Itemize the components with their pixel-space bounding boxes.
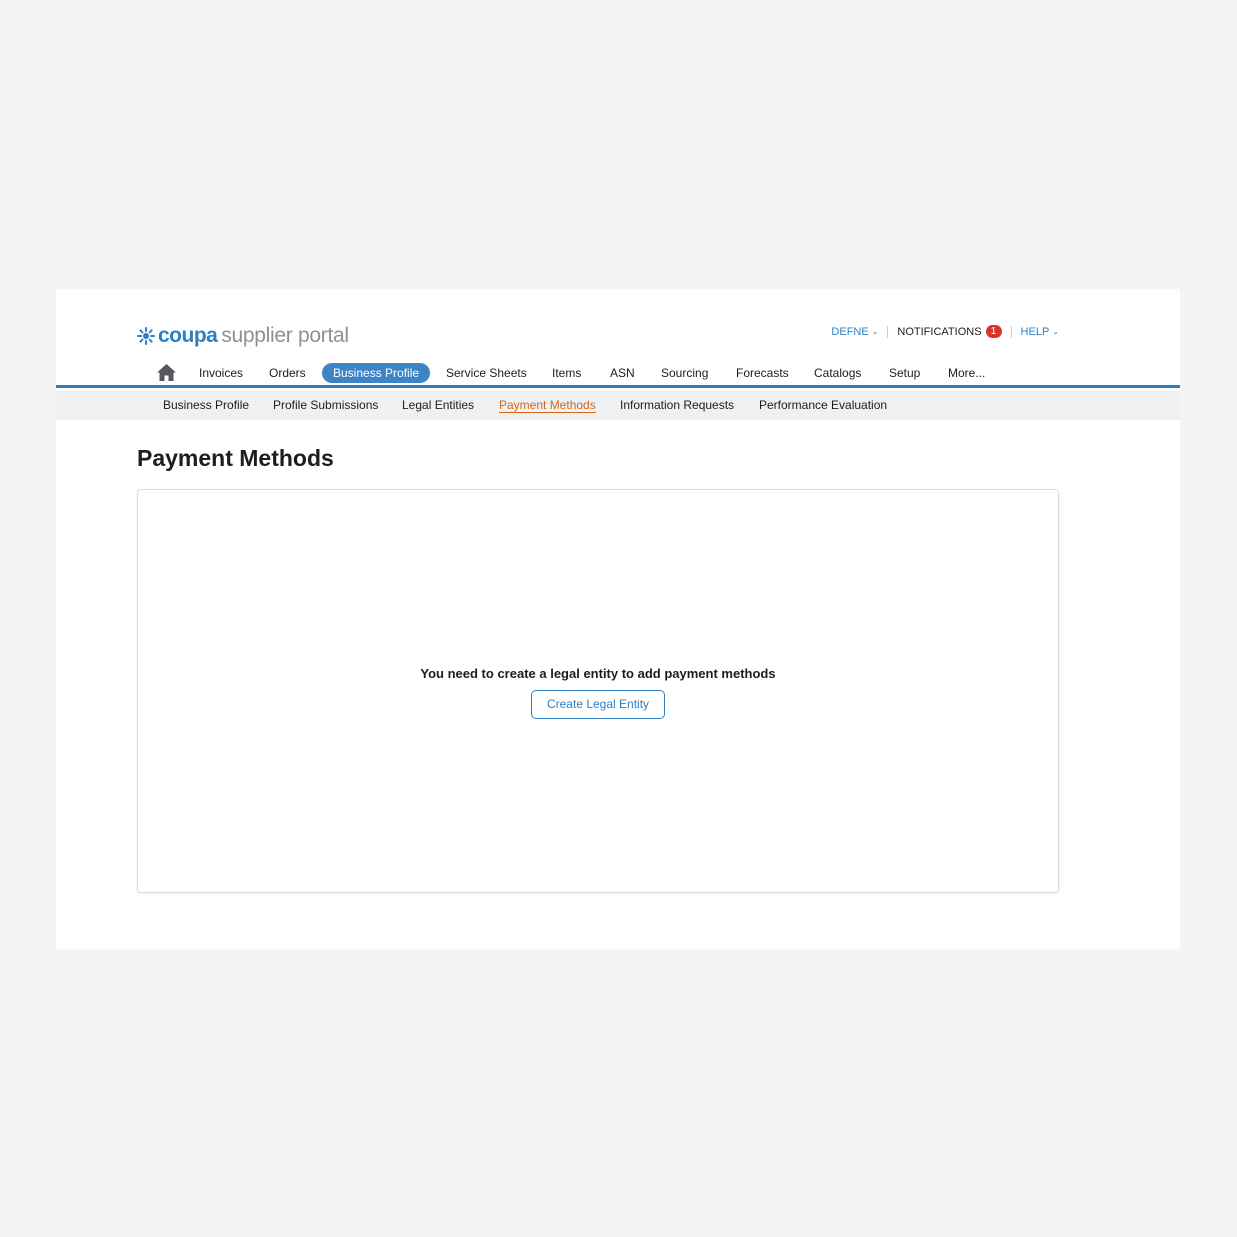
subnav-performance-evaluation[interactable]: Performance Evaluation (759, 398, 887, 412)
coupa-burst-icon (137, 327, 155, 345)
help-menu[interactable]: HELP ⌄ (1021, 326, 1059, 338)
notifications-link[interactable]: NOTIFICATIONS 1 (897, 325, 1002, 338)
subnav-information-requests[interactable]: Information Requests (620, 398, 734, 412)
nav-orders[interactable]: Orders (269, 363, 306, 383)
notifications-label: NOTIFICATIONS (897, 325, 982, 338)
subnav-payment-methods[interactable]: Payment Methods (499, 398, 596, 413)
create-legal-entity-button[interactable]: Create Legal Entity (531, 690, 665, 719)
nav-items[interactable]: Items (552, 363, 581, 383)
help-menu-label: HELP (1020, 325, 1050, 338)
divider (887, 325, 889, 338)
empty-state-message: You need to create a legal entity to add… (420, 666, 776, 681)
utility-bar: DEFNE ⌄ NOTIFICATIONS 1 HELP ⌄ (831, 325, 1059, 338)
nav-business-profile[interactable]: Business Profile (322, 363, 431, 383)
nav-setup[interactable]: Setup (889, 363, 920, 383)
page-title: Payment Methods (137, 445, 334, 471)
subnav-profile-submissions[interactable]: Profile Submissions (273, 398, 378, 412)
divider (1010, 325, 1012, 338)
logo-brand-text: coupa (158, 324, 218, 347)
nav-catalogs[interactable]: Catalogs (814, 363, 861, 383)
nav-asn[interactable]: ASN (610, 363, 635, 383)
home-icon[interactable] (157, 364, 176, 381)
subnav-legal-entities[interactable]: Legal Entities (402, 398, 474, 412)
nav-sourcing[interactable]: Sourcing (661, 363, 708, 383)
nav-more[interactable]: More... (948, 363, 985, 383)
subnav-business-profile[interactable]: Business Profile (163, 398, 249, 412)
portal-window: coupa supplier portal DEFNE ⌄ NOTIFICATI… (56, 289, 1180, 949)
nav-invoices[interactable]: Invoices (199, 363, 243, 383)
payment-methods-panel: You need to create a legal entity to add… (137, 489, 1059, 893)
user-menu[interactable]: DEFNE ⌄ (831, 326, 878, 338)
logo-product-text: supplier portal (221, 324, 349, 347)
nav-forecasts[interactable]: Forecasts (736, 363, 789, 383)
notifications-badge: 1 (985, 325, 1002, 338)
chevron-down-icon: ⌄ (1052, 327, 1059, 336)
sub-nav: Business Profile Profile Submissions Leg… (56, 391, 1180, 420)
coupa-logo[interactable]: coupa supplier portal (136, 324, 349, 347)
user-menu-label: DEFNE (831, 325, 869, 338)
chevron-down-icon: ⌄ (871, 327, 879, 336)
nav-service-sheets[interactable]: Service Sheets (446, 363, 527, 383)
main-nav: Invoices Orders Business Profile Service… (56, 362, 1180, 388)
